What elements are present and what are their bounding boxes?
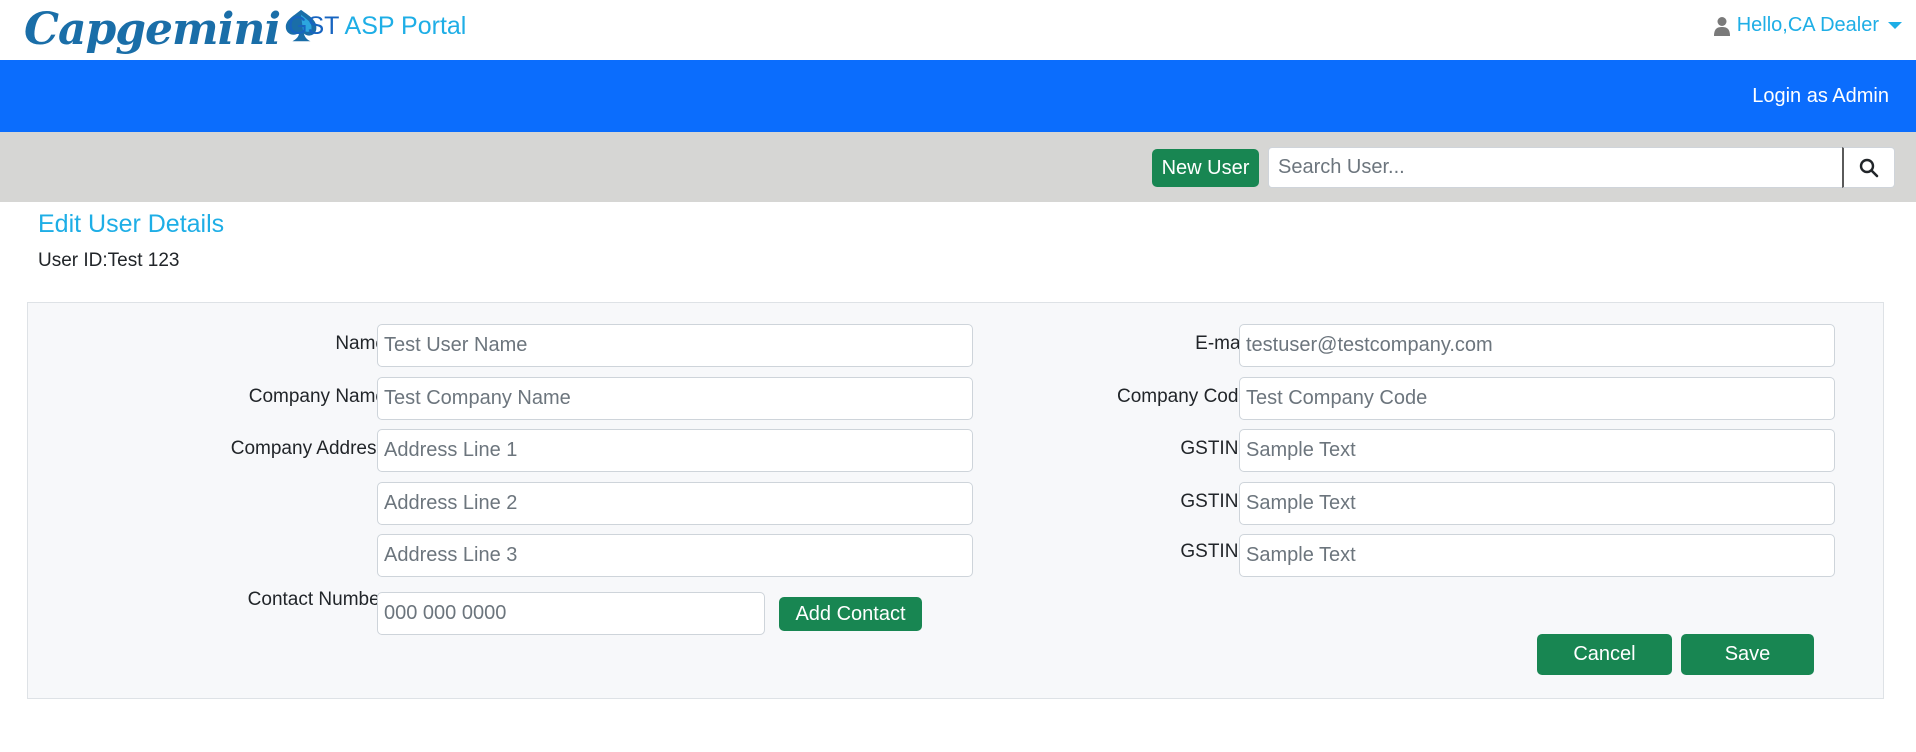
company-code-label: Company Code: [1116, 386, 1249, 407]
main-content: Edit User Details User ID:Test 123 Name …: [17, 202, 1899, 722]
cancel-button[interactable]: Cancel: [1537, 634, 1672, 675]
contact-number-input[interactable]: [377, 592, 765, 635]
company-code-input[interactable]: [1239, 377, 1835, 420]
address-line-3-input[interactable]: [377, 534, 973, 577]
search-icon: [1859, 158, 1879, 177]
nav-bar: Login as Admin: [0, 60, 1916, 132]
login-as-admin-link[interactable]: Login as Admin: [1752, 84, 1889, 108]
add-contact-button[interactable]: Add Contact: [779, 597, 922, 631]
toolbar: New User: [0, 132, 1916, 202]
search-user-input[interactable]: [1268, 147, 1843, 188]
company-name-label: Company Name: [248, 386, 386, 407]
email-input[interactable]: [1239, 324, 1835, 367]
save-button[interactable]: Save: [1681, 634, 1814, 675]
new-user-button[interactable]: New User: [1152, 149, 1259, 187]
top-header: Capgemini GST ASP Portal Hello,CA Dealer: [0, 0, 1916, 60]
portal-title-asp: ASP Portal: [344, 12, 467, 40]
contact-number-label: Contact Number: [247, 589, 386, 610]
user-id-text: User ID:Test 123: [38, 250, 180, 271]
name-input[interactable]: [377, 324, 973, 367]
user-menu-dropdown[interactable]: Hello,CA Dealer: [1713, 14, 1902, 37]
portal-title-gst: GST: [288, 12, 339, 40]
address-line-1-input[interactable]: [377, 429, 973, 472]
logo-text: Capgemini: [24, 4, 281, 55]
gstin2-input[interactable]: [1239, 482, 1835, 525]
company-address-label: Company Address: [230, 438, 386, 459]
edit-user-form: Name Company Name Company Address Contac…: [27, 302, 1884, 699]
chevron-down-icon: [1888, 22, 1902, 29]
user-greeting: Hello,CA Dealer: [1736, 14, 1879, 36]
gstin3-input[interactable]: [1239, 534, 1835, 577]
portal-title: GST ASP Portal: [288, 10, 466, 42]
capgemini-logo[interactable]: Capgemini: [24, 0, 320, 60]
address-line-2-input[interactable]: [377, 482, 973, 525]
page-title: Edit User Details: [38, 210, 225, 238]
user-icon: [1713, 16, 1730, 36]
company-name-input[interactable]: [377, 377, 973, 420]
search-button[interactable]: [1842, 147, 1895, 188]
gstin1-input[interactable]: [1239, 429, 1835, 472]
